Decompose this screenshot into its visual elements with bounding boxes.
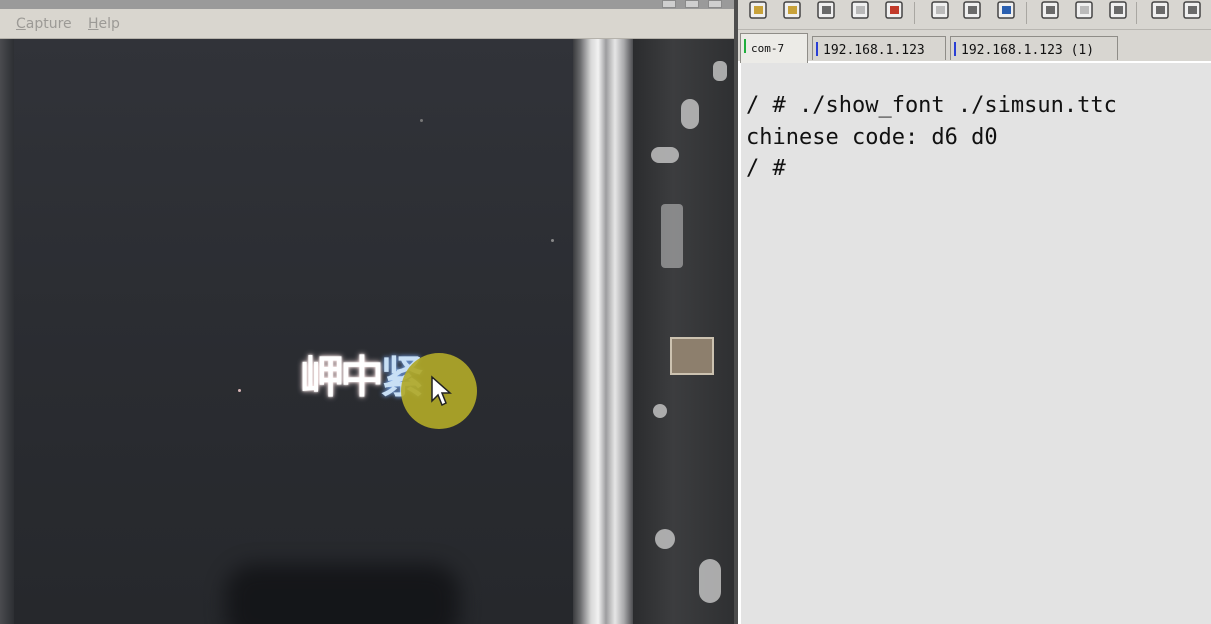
- menu-bar: Capture Help: [0, 9, 734, 39]
- properties-icon[interactable]: [848, 0, 872, 24]
- terminal-line: / # ./show_font ./simsun.ttc: [746, 93, 1117, 118]
- paste-icon[interactable]: [960, 0, 984, 24]
- solder-pad: [681, 99, 699, 129]
- title-bar: [0, 0, 734, 9]
- tab-session-1[interactable]: com-7: [740, 33, 808, 63]
- maximize-button[interactable]: [685, 0, 699, 8]
- menu-capture[interactable]: Capture: [16, 16, 72, 32]
- dust-speck: [238, 389, 241, 392]
- solder-pad: [653, 404, 667, 418]
- terminal-window: com-7 192.168.1.123 192.168.1.123 (1) / # …: [738, 0, 1211, 624]
- close-button[interactable]: [708, 0, 722, 8]
- reconnect-icon[interactable]: [780, 0, 804, 24]
- tab-label: com-7: [751, 42, 785, 55]
- tab-session-2[interactable]: 192.168.1.123: [812, 36, 946, 60]
- print-icon[interactable]: [1038, 0, 1062, 24]
- lcd-bezel: [573, 39, 633, 624]
- capture-window: Capture Help 岬中紧: [0, 0, 734, 624]
- mouse-cursor-icon: [431, 375, 452, 407]
- tab-status-marker: [816, 42, 818, 56]
- camera-preview: 岬中紧: [0, 39, 734, 624]
- menu-help-mnemonic: H: [88, 16, 99, 32]
- minimize-button[interactable]: [662, 0, 676, 8]
- menu-help-rest: elp: [98, 16, 120, 32]
- lcd-screen: 岬中紧: [0, 39, 595, 624]
- menu-capture-rest: apture: [25, 16, 72, 32]
- disconnect-icon[interactable]: [814, 0, 838, 24]
- tab-status-marker: [744, 39, 746, 53]
- find-icon[interactable]: [994, 0, 1018, 24]
- toolbar-separator: [1026, 2, 1027, 24]
- menu-capture-mnemonic: C: [16, 16, 26, 32]
- solder-pad: [699, 559, 721, 603]
- toolbar-separator: [914, 2, 915, 24]
- component-chip: [670, 337, 714, 375]
- tab-session-3[interactable]: 192.168.1.123 (1): [950, 36, 1118, 60]
- dust-speck: [551, 239, 554, 242]
- solder-pad: [661, 204, 683, 268]
- terminal-line: / #: [746, 156, 786, 181]
- dust-speck: [420, 119, 423, 122]
- session-tabs: com-7 192.168.1.123 192.168.1.123 (1): [738, 30, 1211, 63]
- toolbar: [738, 0, 1211, 30]
- lcd-char-1: 岬中: [300, 352, 384, 403]
- camera-shadow: [225, 564, 460, 624]
- close-session-icon[interactable]: [882, 0, 906, 24]
- solder-pad: [655, 529, 675, 549]
- tab-label: 192.168.1.123: [823, 43, 925, 58]
- solder-pad: [651, 147, 679, 163]
- tools-icon[interactable]: [1180, 0, 1204, 24]
- terminal-output[interactable]: / # ./show_font ./simsun.ttc chinese cod…: [738, 63, 1211, 624]
- printer-icon[interactable]: [1106, 0, 1130, 24]
- solder-pad: [713, 61, 727, 81]
- toolbar-separator: [1136, 2, 1137, 24]
- lcd-edge: [0, 39, 14, 624]
- menu-help[interactable]: Help: [88, 16, 120, 32]
- options-icon[interactable]: [1148, 0, 1172, 24]
- new-session-icon[interactable]: [746, 0, 770, 24]
- tab-label: 192.168.1.123 (1): [961, 43, 1095, 58]
- tab-status-marker: [954, 42, 956, 56]
- circuit-board: [633, 39, 734, 624]
- print-setup-icon[interactable]: [1072, 0, 1096, 24]
- copy-icon[interactable]: [928, 0, 952, 24]
- terminal-line: chinese code: d6 d0: [746, 125, 998, 150]
